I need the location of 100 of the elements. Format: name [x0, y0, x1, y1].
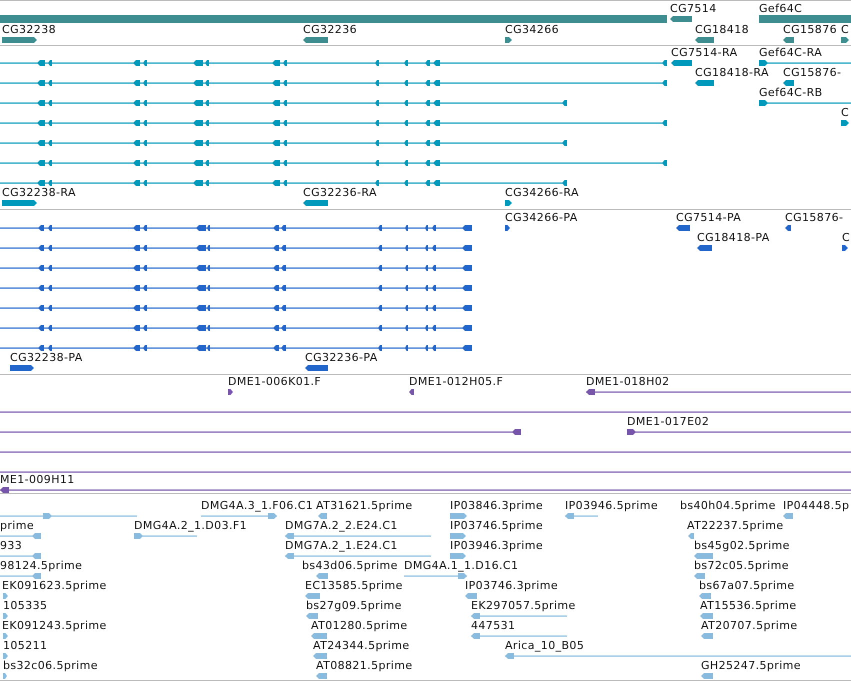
transcript-glyph[interactable] — [0, 120, 667, 126]
feature-label: DMG4A.3_1.F06.C1 — [201, 499, 314, 512]
feature-label: AT15536.5prime — [700, 599, 797, 612]
transcript-glyph[interactable] — [0, 305, 472, 311]
feature-arrow[interactable] — [2, 200, 37, 206]
transcript-glyph[interactable] — [0, 285, 472, 291]
feature-label: prime — [0, 519, 34, 532]
feature-label: AT24344.5prime — [313, 639, 410, 652]
feature-label: CG34266 — [505, 23, 559, 36]
feature-line[interactable] — [0, 472, 851, 473]
feature-label: Arica_10_B05 — [505, 639, 584, 652]
feature-label: EK091243.5prime — [2, 619, 107, 632]
feature-label: AT08821.5prime — [316, 659, 413, 672]
feature-arrow[interactable] — [505, 37, 512, 43]
feature-label: CG18418-RA — [695, 66, 769, 79]
feature-label: AT01280.5prime — [311, 619, 408, 632]
feature-label: EC13585.5prime — [305, 579, 403, 592]
feature-arrow[interactable] — [409, 389, 414, 395]
feature-arrow[interactable] — [228, 389, 233, 395]
feature-label: DMG7A.2_1.E24.C1 — [285, 539, 398, 552]
transcript-glyph[interactable] — [0, 325, 472, 331]
transcript-glyph[interactable] — [0, 140, 567, 146]
feature-label: GH25247.5prime — [701, 659, 801, 672]
feature-label: CG32238-RA — [2, 186, 76, 199]
feature-label: CG34266-PA — [505, 211, 578, 224]
transcript-glyph[interactable] — [0, 100, 567, 106]
feature-label: bs67a07.5prime — [699, 579, 795, 592]
feature-arrow[interactable] — [841, 120, 849, 126]
feature-line[interactable] — [759, 100, 851, 106]
transcript-glyph[interactable] — [0, 345, 472, 351]
feature-arrow[interactable] — [505, 200, 512, 206]
feature-label: bs72c05.5prime — [694, 559, 789, 572]
feature-line[interactable] — [586, 389, 851, 395]
feature-line[interactable] — [0, 429, 521, 435]
feature-label: AT22237.5prime — [687, 519, 784, 532]
feature-label: DMG7A.2_2.E24.C1 — [285, 519, 398, 532]
feature-label: DME1-017E02 — [627, 415, 710, 428]
feature-label: 105211 — [3, 639, 48, 652]
feature-line[interactable] — [627, 429, 851, 435]
feature-arrow[interactable] — [785, 225, 791, 231]
feature-arrow[interactable] — [10, 365, 34, 371]
feature-arrow[interactable] — [841, 37, 849, 43]
feature-label: CG32238 — [2, 23, 56, 36]
feature-arrow[interactable] — [676, 225, 690, 231]
feature-label: CG15876- — [783, 66, 842, 79]
feature-label: AT20707.5prime — [701, 619, 798, 632]
transcript-glyph[interactable] — [0, 245, 472, 251]
transcript-glyph[interactable] — [0, 60, 667, 66]
feature-arrow[interactable] — [303, 37, 328, 43]
transcript-glyph[interactable] — [0, 265, 472, 271]
feature-label: 933 — [0, 539, 22, 552]
feature-label: CG32236-PA — [305, 351, 378, 364]
feature-line[interactable] — [0, 452, 851, 453]
feature-label: 447531 — [471, 619, 516, 632]
feature-label: IP03946.3prime — [450, 539, 544, 552]
feature-label: DMG4A.1_1.D16.C1 — [404, 559, 518, 572]
feature-label: CG18418 — [695, 23, 749, 36]
feature-arrow[interactable] — [697, 245, 712, 251]
feature-label: IP03946.5prime — [565, 499, 658, 512]
feature-label: IP04448.5p — [783, 499, 850, 512]
feature-label: IP03746.5prime — [450, 519, 544, 532]
feature-label: bs43d06.5prime — [302, 559, 398, 572]
feature-arrow[interactable] — [842, 245, 848, 251]
feature-arrow[interactable] — [695, 37, 714, 43]
feature-label: EK297057.5prime — [471, 599, 576, 612]
feature-label: C — [841, 106, 850, 119]
feature-arrow[interactable] — [305, 365, 328, 371]
feature-line[interactable] — [0, 487, 851, 493]
feature-label: CG32236 — [303, 23, 357, 36]
feature-label: bs32c06.5prime — [3, 659, 98, 672]
feature-label: bs40h04.5prime — [680, 499, 776, 512]
transcript-glyph[interactable] — [0, 225, 472, 231]
feature-arrow[interactable] — [670, 16, 692, 22]
feature-label: C — [841, 23, 850, 36]
feature-line[interactable] — [0, 412, 851, 413]
feature-label: ME1-009H11 — [0, 473, 75, 486]
feature-label: CG15876 — [783, 23, 837, 36]
feature-label: bs27g09.5prime — [306, 599, 402, 612]
feature-label: CG7514-RA — [671, 46, 738, 59]
feature-label: CG7514-PA — [676, 211, 742, 224]
feature-line[interactable] — [759, 60, 851, 66]
feature-label: Gef64C-RB — [759, 86, 823, 99]
feature-label: C — [842, 231, 850, 244]
feature-arrow[interactable] — [695, 80, 714, 86]
transcript-glyph[interactable] — [0, 160, 667, 166]
feature-label: bs45g02.5prime — [694, 539, 790, 552]
feature-arrow[interactable] — [671, 60, 692, 66]
feature-label: CG18418-PA — [697, 231, 770, 244]
feature-arrow[interactable] — [505, 225, 510, 231]
feature-arrow[interactable] — [783, 37, 794, 43]
feature-label: DME1-006K01.F — [228, 375, 322, 388]
transcript-glyph[interactable] — [0, 80, 667, 86]
feature-label: AT31621.5prime — [316, 499, 413, 512]
feature-label: Gef64C-RA — [759, 46, 822, 59]
feature-label: IP03846.3prime — [450, 499, 544, 512]
transcript-glyph[interactable] — [0, 180, 567, 186]
feature-arrow[interactable] — [303, 200, 328, 206]
feature-label: 105335 — [3, 599, 48, 612]
feature-arrow[interactable] — [2, 37, 37, 43]
feature-arrow[interactable] — [783, 80, 794, 86]
